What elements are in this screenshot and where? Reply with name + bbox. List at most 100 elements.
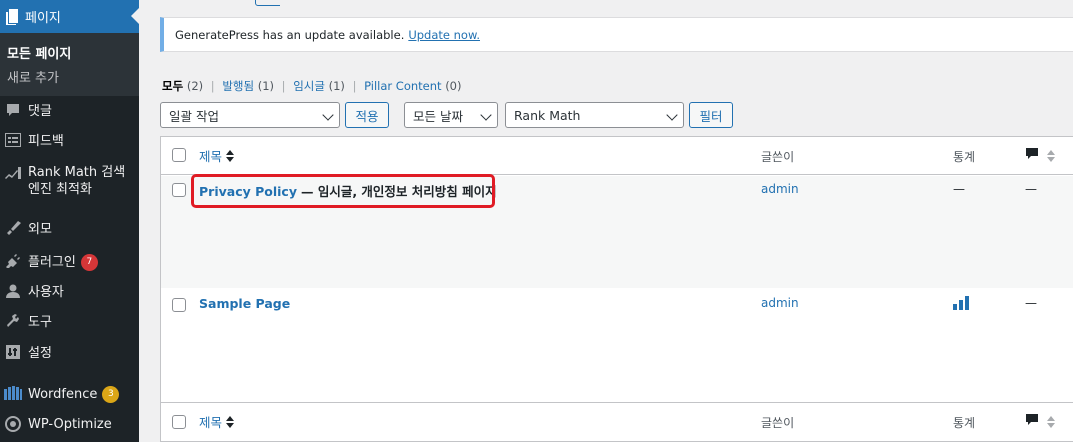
column-comments-footer[interactable]	[1025, 413, 1055, 431]
column-stats-footer: 통계	[953, 416, 976, 430]
menu-plugins-label: 플러그인 7	[28, 254, 98, 271]
menu-wpoptimize-label: WP-Optimize	[28, 417, 112, 432]
column-title-label: 제목	[199, 415, 223, 430]
menu-pages-label: 페이지	[25, 11, 61, 26]
date-filter-value: 모든 날짜	[413, 108, 463, 124]
column-title-header[interactable]: 제목	[199, 146, 235, 165]
column-author-footer: 글쓴이	[761, 416, 795, 430]
table-row: Sample Page admin —	[161, 288, 1073, 402]
row-author-link[interactable]: admin	[761, 182, 799, 196]
row-checkbox[interactable]	[172, 298, 186, 312]
wrench-icon	[3, 314, 23, 328]
menu-wordfence-text: Wordfence	[28, 387, 98, 402]
update-notice-text: GeneratePress has an update available.	[175, 27, 405, 42]
active-menu-arrow	[131, 8, 139, 24]
filter-separator: |	[352, 79, 357, 93]
menu-rankmath-label: Rank Math 검색엔진 최적화	[28, 165, 126, 197]
table-header: 제목 글쓴이 통계	[161, 137, 1073, 175]
rankmath-filter-value: Rank Math	[514, 107, 581, 123]
filter-pillar-count: (0)	[445, 79, 462, 93]
wordfence-icon	[3, 386, 23, 400]
menu-plugins-text: 플러그인	[28, 255, 76, 270]
row-comments: —	[1025, 296, 1037, 310]
menu-appearance[interactable]: 외모	[0, 221, 139, 238]
bulk-action-value: 일괄 작업	[169, 108, 219, 124]
update-notice: GeneratePress has an update available. U…	[160, 17, 1073, 52]
row-stats: —	[953, 182, 965, 196]
pages-icon	[5, 8, 19, 25]
feedback-icon	[3, 133, 23, 147]
comment-icon	[3, 103, 23, 117]
menu-pages[interactable]: 페이지	[0, 0, 139, 33]
filter-pillar-content[interactable]: Pillar Content	[364, 79, 441, 93]
comment-bubble-icon	[1025, 148, 1039, 164]
admin-sidebar: 페이지 모든 페이지 새로 추가 댓글 피드백 Rank Math 검색엔진 최…	[0, 0, 139, 442]
chevron-down-icon	[480, 109, 492, 121]
menu-wordfence[interactable]: Wordfence 3	[0, 386, 139, 403]
column-title-label: 제목	[199, 149, 223, 164]
menu-settings-label: 설정	[28, 346, 52, 361]
date-filter-select[interactable]: 모든 날짜	[404, 102, 498, 128]
filter-separator: |	[210, 79, 215, 93]
filter-all[interactable]: 모두	[162, 79, 183, 93]
row-title-link[interactable]: Sample Page	[199, 296, 290, 311]
chevron-down-icon	[666, 109, 678, 121]
apply-button[interactable]: 적용	[345, 102, 389, 128]
sort-icon	[1046, 416, 1055, 431]
menu-plugins[interactable]: 플러그인 7	[0, 254, 139, 271]
add-new-button-fragment[interactable]	[255, 0, 280, 6]
filter-published[interactable]: 발행됨	[222, 79, 254, 93]
plugin-icon	[3, 254, 23, 268]
menu-feedback-label: 피드백	[28, 134, 64, 149]
menu-tools[interactable]: 도구	[0, 314, 139, 331]
comment-bubble-icon	[1025, 414, 1039, 430]
filter-draft[interactable]: 임시글	[293, 79, 325, 93]
column-title-footer[interactable]: 제목	[199, 412, 235, 431]
select-all-checkbox[interactable]	[172, 148, 186, 162]
menu-comments-label: 댓글	[28, 104, 52, 119]
status-filters: 모두 (2) | 발행됨 (1) | 임시글 (1) | Pillar Cont…	[162, 78, 461, 94]
pages-submenu: 모든 페이지 새로 추가	[0, 33, 139, 96]
settings-icon	[3, 345, 23, 359]
bulk-action-select[interactable]: 일괄 작업	[160, 102, 340, 128]
menu-users-label: 사용자	[28, 285, 64, 300]
pages-table: 제목 글쓴이 통계 Privacy Policy — 임시글, 개인정보 처리방…	[160, 136, 1073, 442]
sort-icon	[1046, 150, 1055, 165]
menu-comments[interactable]: 댓글	[0, 103, 139, 120]
menu-wpoptimize[interactable]: WP-Optimize	[0, 416, 139, 433]
update-now-link[interactable]: Update now.	[408, 28, 480, 42]
row-comments: —	[1025, 182, 1037, 196]
rankmath-icon	[3, 167, 23, 179]
row-title-cell: Sample Page	[199, 296, 290, 311]
rankmath-filter-select[interactable]: Rank Math	[505, 102, 684, 128]
row-author-link[interactable]: admin	[761, 296, 799, 310]
table-footer: 제목 글쓴이 통계	[161, 402, 1073, 440]
menu-users[interactable]: 사용자	[0, 284, 139, 301]
row-checkbox[interactable]	[172, 183, 186, 197]
brush-icon	[3, 221, 23, 235]
menu-settings[interactable]: 설정	[0, 345, 139, 362]
highlight-box	[191, 174, 495, 208]
wpoptimize-icon	[3, 416, 23, 432]
menu-feedback[interactable]: 피드백	[0, 133, 139, 150]
column-author-header: 글쓴이	[761, 150, 795, 164]
filter-button[interactable]: 필터	[689, 102, 733, 128]
page-heading-fragment	[160, 0, 280, 6]
filter-published-count: (1)	[257, 79, 275, 93]
menu-tools-label: 도구	[28, 315, 52, 330]
select-all-checkbox-footer[interactable]	[172, 415, 186, 429]
chevron-down-icon	[322, 109, 334, 121]
sort-icon	[226, 416, 235, 431]
menu-appearance-label: 외모	[28, 222, 52, 237]
wordfence-alert-badge: 3	[102, 386, 120, 403]
menu-wordfence-label: Wordfence 3	[28, 386, 120, 403]
user-icon	[3, 284, 23, 298]
menu-rankmath[interactable]: Rank Math 검색엔진 최적화	[0, 164, 139, 198]
column-stats-header: 통계	[953, 150, 976, 164]
stats-bar-chart-icon[interactable]	[953, 296, 969, 313]
column-comments-header[interactable]	[1025, 147, 1055, 165]
filter-draft-count: (1)	[328, 79, 345, 93]
submenu-add-new[interactable]: 새로 추가	[7, 67, 59, 86]
plugins-update-badge: 7	[80, 254, 98, 271]
submenu-all-pages[interactable]: 모든 페이지	[7, 43, 71, 62]
